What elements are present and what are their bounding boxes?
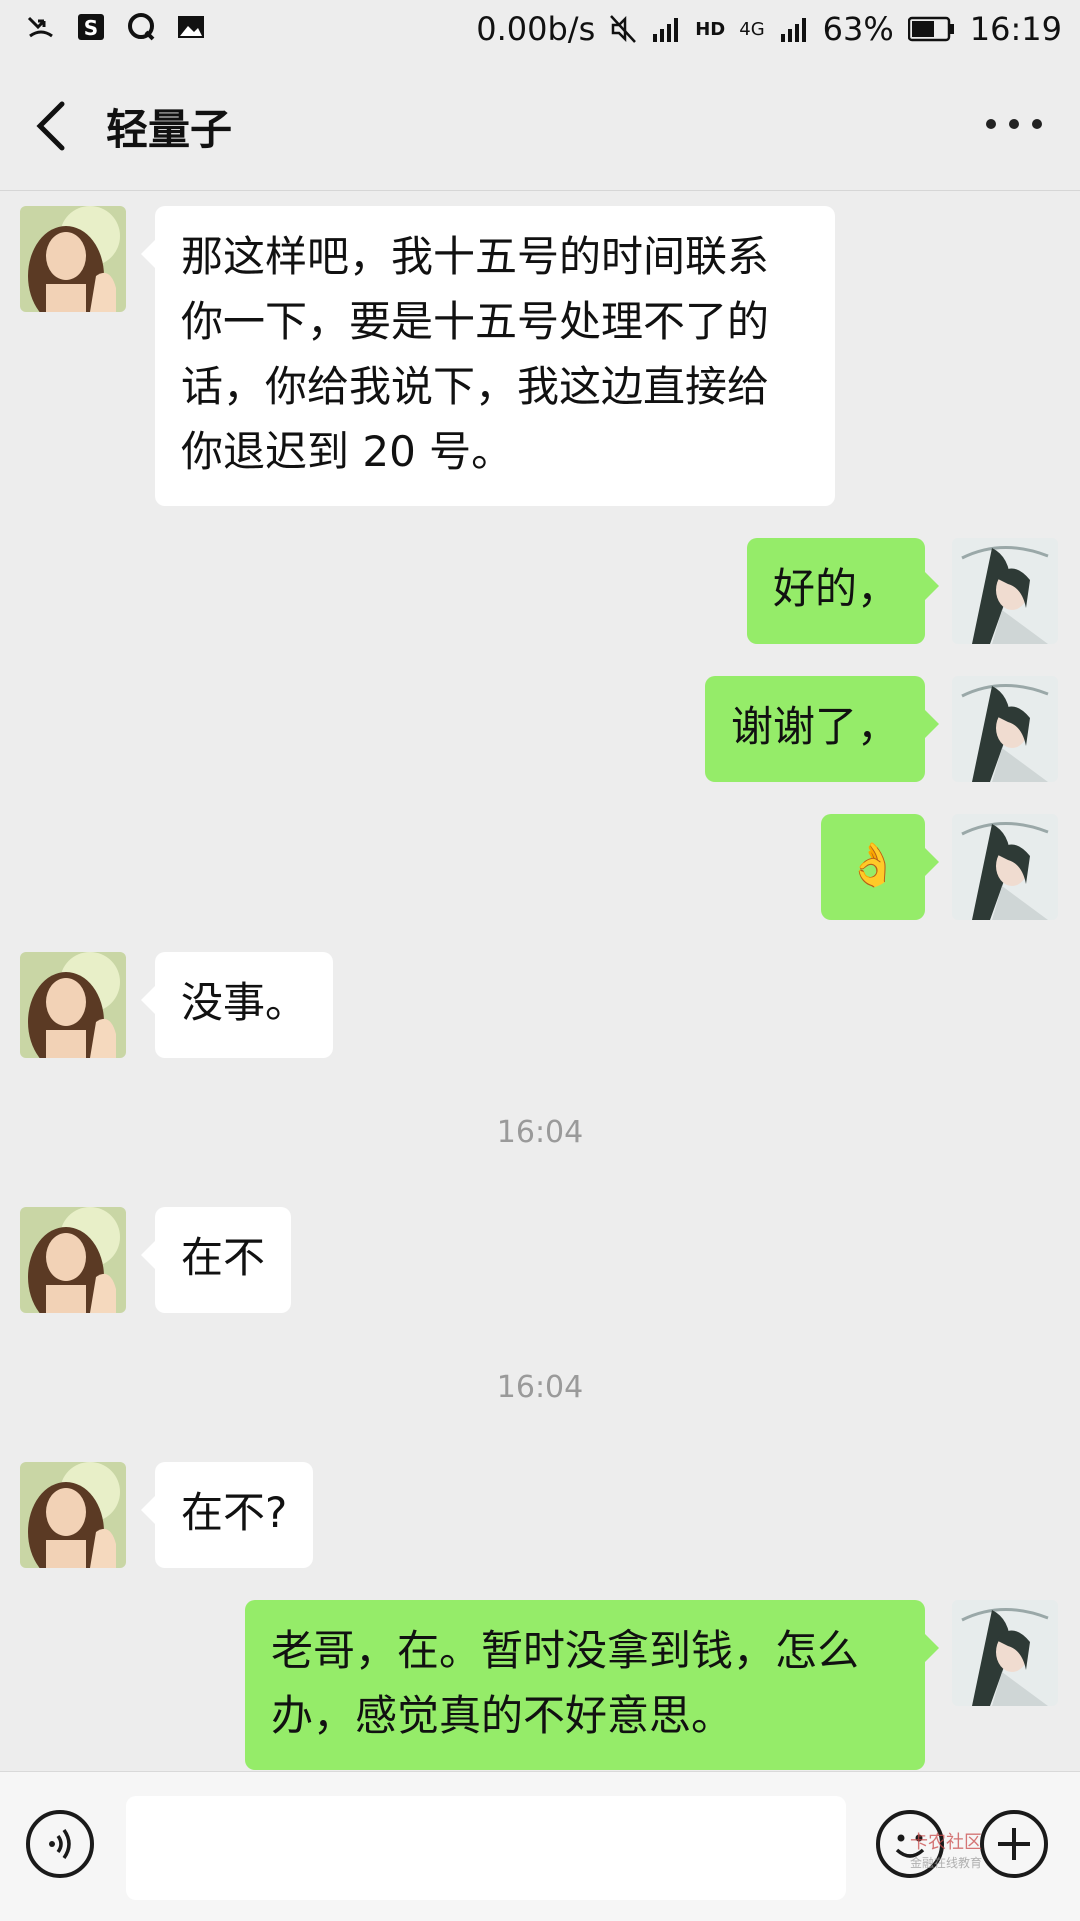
contact-avatar[interactable] — [20, 206, 126, 312]
clock: 16:19 — [969, 10, 1062, 48]
message-text: 那这样吧，我十五号的时间联系你一下，要是十五号处理不了的话，你给我说下，我这边直… — [181, 232, 770, 476]
gallery-icon — [176, 12, 206, 42]
mute-icon — [609, 14, 637, 44]
my-avatar[interactable] — [952, 676, 1058, 782]
message-bubble-outgoing[interactable]: 老哥，在。暂时没拿到钱，怎么办，感觉真的不好意思。 — [245, 1600, 939, 1770]
message-bubble-outgoing[interactable]: 好的， — [746, 538, 940, 644]
ok-hand-emoji: 👌 — [846, 840, 900, 889]
watermark-title: 卡农社区 — [910, 1832, 982, 1853]
message-bubble-outgoing[interactable]: 👌 — [821, 814, 939, 920]
message-text: 好的， — [772, 564, 899, 613]
message-bubble-incoming[interactable]: 在不? — [140, 1462, 314, 1568]
message-timestamp: 16:04 — [496, 1370, 584, 1405]
my-avatar[interactable] — [952, 538, 1058, 644]
message-bubble-incoming[interactable]: 没事。 — [140, 952, 334, 1058]
message-bubble-incoming[interactable]: 那这样吧，我十五号的时间联系你一下，要是十五号处理不了的话，你给我说下，我这边直… — [141, 206, 835, 506]
svg-text:S: S — [84, 16, 98, 40]
contact-avatar[interactable] — [20, 1462, 126, 1568]
battery-percent: 63% — [822, 10, 894, 48]
contact-avatar[interactable] — [20, 952, 126, 1058]
chat-messages[interactable]: 那这样吧，我十五号的时间联系你一下，要是十五号处理不了的话，你给我说下，我这边直… — [0, 191, 1080, 1771]
watermark: 卡农社区 金融在线教育 — [910, 1828, 982, 1871]
contact-avatar[interactable] — [20, 1207, 126, 1313]
qq-icon — [126, 12, 156, 42]
chat-header: 轻量子 — [0, 62, 1080, 191]
back-arrow-icon[interactable] — [32, 100, 72, 152]
my-avatar[interactable] — [952, 1600, 1058, 1706]
message-text: 没事。 — [181, 978, 308, 1027]
message-text: 在不? — [181, 1488, 288, 1537]
signal-icon-2 — [779, 14, 809, 44]
message-text: 在不 — [181, 1233, 266, 1282]
signal-icon — [651, 14, 681, 44]
hd-badge: HD — [695, 18, 726, 40]
network-speed: 0.00b/s — [476, 10, 596, 48]
app-notification-icon: S — [76, 12, 106, 42]
network-type: 4G — [739, 18, 765, 40]
status-notification-icons: S — [26, 12, 206, 42]
chat-title: 轻量子 — [106, 105, 233, 154]
message-bubble-incoming[interactable]: 在不 — [140, 1207, 292, 1313]
watermark-subtitle: 金融在线教育 — [910, 1856, 983, 1870]
status-bar: S 0.00b/s HD 4G 63% 16:19 — [0, 0, 1080, 62]
message-bubble-outgoing[interactable]: 谢谢了， — [704, 676, 940, 782]
voice-icon[interactable] — [26, 1810, 94, 1878]
missed-call-icon — [26, 12, 56, 42]
message-input[interactable] — [126, 1796, 846, 1900]
message-text: 谢谢了， — [730, 702, 899, 751]
input-bar: 卡农社区 金融在线教育 — [0, 1771, 1080, 1921]
plus-icon[interactable] — [980, 1810, 1048, 1878]
more-icon[interactable] — [986, 114, 1042, 134]
my-avatar[interactable] — [952, 814, 1058, 920]
message-text: 老哥，在。暂时没拿到钱，怎么办，感觉真的不好意思。 — [271, 1626, 860, 1740]
status-indicators: 0.00b/s HD 4G 63% 16:19 — [476, 10, 1062, 48]
battery-icon — [907, 16, 956, 42]
message-timestamp: 16:04 — [496, 1115, 584, 1150]
